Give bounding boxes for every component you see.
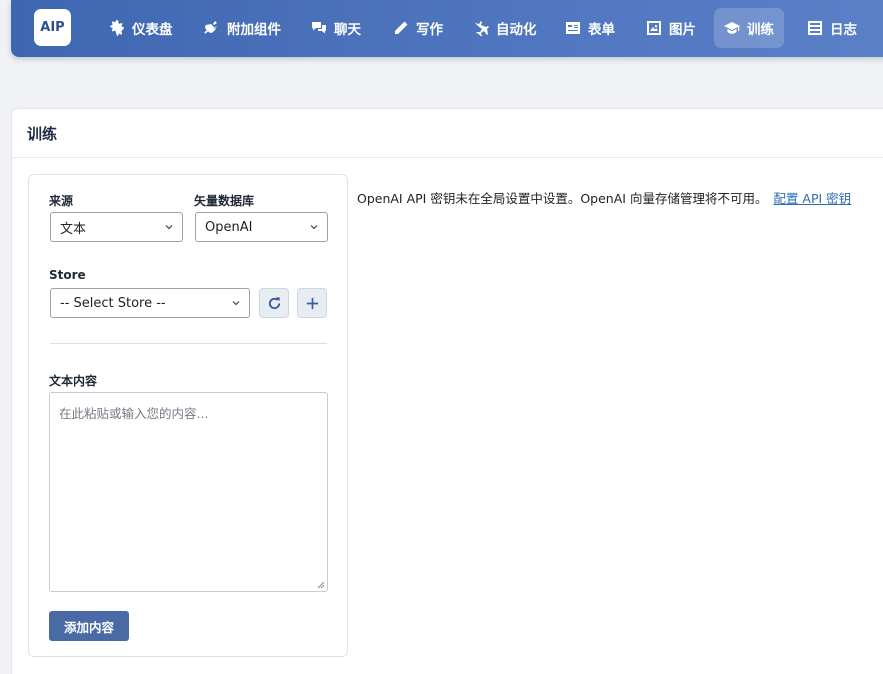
nav-label: 仪表盘 — [132, 22, 173, 38]
add-store-button[interactable] — [297, 288, 327, 318]
nav-item-chat[interactable]: 聊天 — [301, 8, 371, 48]
nav-item-write[interactable]: 写作 — [383, 8, 453, 48]
source-select-value: 文本 — [60, 221, 87, 237]
nav-item-dashboard[interactable]: 仪表盘 — [99, 8, 183, 48]
chevron-down-icon — [232, 301, 240, 306]
automation-icon — [475, 21, 489, 36]
card-header: 训练 — [12, 109, 883, 158]
gear-icon — [110, 20, 125, 36]
pencil-icon — [395, 21, 408, 34]
nav-item-images[interactable]: 图片 — [636, 8, 706, 48]
nav-label: 自动化 — [496, 22, 537, 38]
nav-label: 附加组件 — [227, 22, 281, 38]
refresh-icon — [268, 296, 280, 309]
form-icon — [566, 22, 580, 34]
app-logo[interactable]: AIP — [34, 9, 71, 46]
nav-label: 表单 — [588, 22, 615, 38]
refresh-stores-button[interactable] — [259, 288, 289, 318]
store-select[interactable]: -- Select Store -- — [50, 288, 250, 318]
nav-item-addons[interactable]: 附加组件 — [194, 8, 291, 48]
content-textarea[interactable]: 在此粘贴或输入您的内容... — [49, 392, 328, 592]
vector-db-select-value: OpenAI — [205, 219, 253, 235]
chevron-down-icon — [165, 225, 173, 230]
chat-icon — [312, 22, 326, 34]
chevron-down-icon — [310, 225, 318, 230]
store-select-value: -- Select Store -- — [60, 295, 166, 311]
nav-label: 日志 — [830, 22, 857, 38]
add-content-button[interactable]: 添加内容 — [49, 611, 129, 641]
nav-item-forms[interactable]: 表单 — [555, 8, 625, 48]
plug-icon — [204, 21, 217, 34]
nav-label: 图片 — [669, 22, 696, 38]
vector-db-select[interactable]: OpenAI — [195, 212, 328, 242]
graduation-cap-icon — [724, 22, 740, 34]
divider — [50, 343, 327, 344]
image-icon — [647, 21, 661, 35]
resize-grip-icon[interactable] — [317, 581, 325, 589]
nav-label: 聊天 — [334, 22, 361, 38]
training-form-panel: 来源 矢量数据库 文本 OpenAI Store -- Select Store… — [28, 174, 348, 657]
store-label: Store — [49, 268, 86, 282]
nav-label: 训练 — [747, 22, 774, 38]
source-select[interactable]: 文本 — [50, 212, 183, 242]
notice-text: OpenAI API 密钥未在全局设置中设置。OpenAI 向量存储管理将不可用… — [357, 191, 768, 206]
configure-api-key-link[interactable]: 配置 API 密钥 — [773, 191, 851, 206]
nav-item-logs[interactable]: 日志 — [797, 8, 867, 48]
list-icon — [808, 21, 822, 35]
nav-label: 写作 — [416, 22, 443, 38]
plus-icon — [306, 297, 318, 309]
source-label: 来源 — [49, 194, 74, 208]
page-title: 训练 — [27, 124, 58, 143]
nav-item-training[interactable]: 训练 — [714, 8, 784, 48]
content-label: 文本内容 — [49, 374, 98, 388]
top-navbar: AIP 仪表盘 附加组件 聊天 写作 自动化 表单 图片 训练 日志 — [11, 0, 883, 57]
api-key-notice: OpenAI API 密钥未在全局设置中设置。OpenAI 向量存储管理将不可用… — [357, 188, 851, 207]
content-placeholder: 在此粘贴或输入您的内容... — [59, 406, 209, 421]
training-card: 训练 来源 矢量数据库 文本 OpenAI Store -- Select St… — [11, 108, 883, 674]
vector-db-label: 矢量数据库 — [194, 194, 255, 208]
nav-item-automation[interactable]: 自动化 — [463, 8, 547, 48]
